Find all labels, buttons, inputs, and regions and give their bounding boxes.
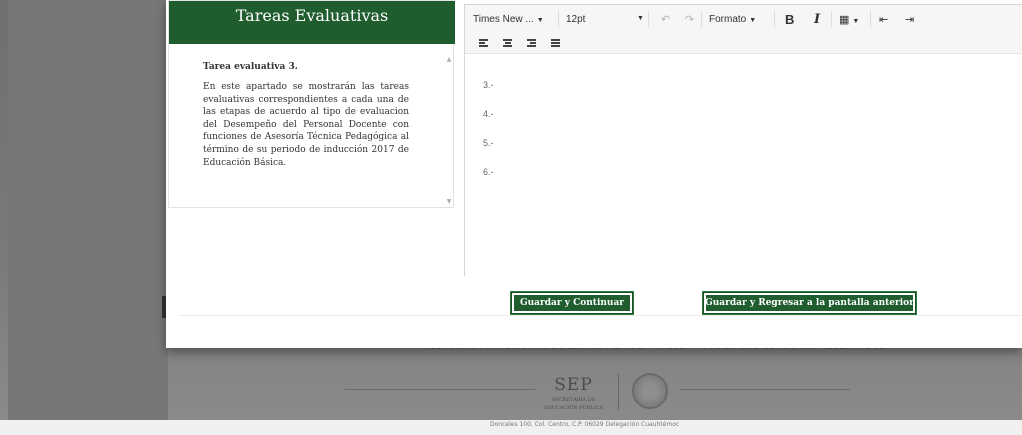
editor-line: 3.- bbox=[483, 80, 494, 90]
rich-text-editor: Times New ... ▼ 12pt ▼ ↶ ↷ Formato ▼ B I ▦ ▼… bbox=[464, 4, 1022, 276]
sep-logo-text: SEP bbox=[554, 375, 593, 395]
editor-toolbar: Times New ... ▼ 12pt ▼ ↶ ↷ Formato ▼ B I ▦ ▼… bbox=[465, 5, 1022, 54]
toolbar-divider bbox=[774, 11, 775, 27]
editor-line: 4.- bbox=[483, 109, 494, 119]
footer-divider-left bbox=[345, 389, 535, 390]
toolbar-divider bbox=[648, 11, 649, 27]
footer-address: Donceles 100, Col. Centro, C.P. 06029 De… bbox=[490, 421, 680, 428]
sep-logo-sub2: EDUCACIÓN PÚBLICA bbox=[544, 405, 604, 411]
sep-logo-sub1: SECRETARÍA DE bbox=[551, 397, 596, 403]
mexico-seal-icon bbox=[632, 373, 668, 409]
chevron-down-icon: ▼ bbox=[749, 17, 757, 24]
save-continue-button[interactable]: Guardar y Continuar bbox=[511, 292, 633, 314]
font-size-value: 12pt bbox=[566, 14, 586, 25]
align-center-icon[interactable] bbox=[503, 39, 512, 48]
outdent-icon[interactable]: ⇤ bbox=[879, 13, 888, 26]
align-left-icon[interactable] bbox=[479, 39, 488, 48]
chevron-down-icon: ▼ bbox=[637, 15, 644, 22]
toolbar-divider bbox=[870, 11, 871, 27]
toolbar-divider bbox=[831, 11, 832, 27]
toolbar-divider bbox=[701, 11, 702, 27]
logo-divider bbox=[618, 374, 619, 410]
panel-scrollbar[interactable]: ▲ ▼ bbox=[445, 56, 453, 206]
panel-body: Tarea evaluativa 3. En este apartado se … bbox=[169, 44, 455, 208]
font-family-value: Times New ... bbox=[473, 14, 534, 25]
undo-icon[interactable]: ↶ bbox=[661, 13, 670, 26]
redo-icon[interactable]: ↷ bbox=[685, 13, 694, 26]
scroll-up-arrow-icon[interactable]: ▲ bbox=[445, 56, 453, 64]
chevron-down-icon: ▼ bbox=[536, 17, 544, 24]
tareas-modal: Tareas Evaluativas Tarea evaluativa 3. E… bbox=[166, 0, 1022, 348]
format-menu[interactable]: Formato ▼ bbox=[709, 14, 756, 25]
chevron-down-icon: ▼ bbox=[852, 18, 860, 25]
font-size-select[interactable]: 12pt ▼ bbox=[566, 14, 644, 25]
editor-line: 5.- bbox=[483, 138, 494, 148]
table-button[interactable]: ▦ ▼ bbox=[839, 13, 859, 26]
sep-logo: SEP SECRETARÍA DE EDUCACIÓN PÚBLICA bbox=[544, 375, 603, 411]
editor-line: 6.- bbox=[483, 167, 494, 177]
scroll-down-arrow-icon[interactable]: ▼ bbox=[445, 198, 453, 206]
font-family-select[interactable]: Times New ... ▼ bbox=[473, 14, 544, 25]
task-description: En este apartado se mostrarán las tareas… bbox=[203, 82, 409, 168]
toolbar-divider bbox=[558, 11, 559, 27]
italic-button[interactable]: I bbox=[814, 12, 820, 27]
format-label: Formato bbox=[709, 14, 747, 25]
task-title: Tarea evaluativa 3. bbox=[203, 62, 298, 72]
task-info-panel: Tareas Evaluativas Tarea evaluativa 3. E… bbox=[168, 0, 455, 208]
table-icon: ▦ bbox=[839, 14, 850, 26]
modal-footer-divider bbox=[178, 315, 1022, 316]
backdrop-sidebar bbox=[8, 0, 168, 435]
footer-divider-right bbox=[680, 389, 850, 390]
indent-icon[interactable]: ⇥ bbox=[905, 13, 914, 26]
panel-header: Tareas Evaluativas bbox=[169, 1, 455, 44]
save-back-button[interactable]: Guardar y Regresar a la pantalla anterio… bbox=[703, 292, 916, 314]
editor-content[interactable]: 3.- 4.- 5.- 6.- bbox=[465, 54, 1022, 276]
bold-button[interactable]: B bbox=[785, 12, 794, 27]
align-right-icon[interactable] bbox=[527, 39, 536, 48]
align-justify-icon[interactable] bbox=[551, 39, 560, 48]
